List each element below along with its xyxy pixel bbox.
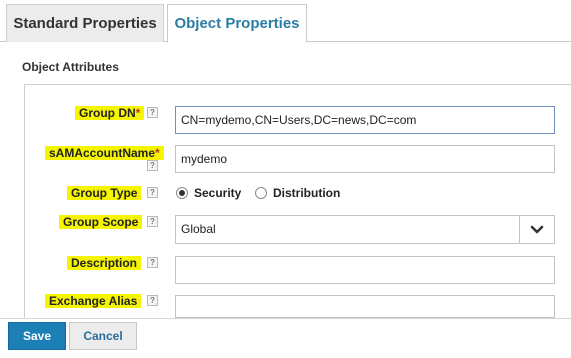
help-icon[interactable]: ? <box>147 187 158 198</box>
sam-label: sAMAccountName* <box>45 144 164 162</box>
group-scope-label: Group Scope <box>59 213 143 231</box>
sam-label-bound: sAMAccountName <box>49 146 156 160</box>
group-scope-select[interactable]: Global <box>175 215 555 244</box>
help-icon[interactable]: ? <box>147 216 158 227</box>
description-input[interactable] <box>175 256 555 284</box>
required-marker: * <box>135 106 141 120</box>
description-label: Description <box>67 254 142 272</box>
sam-value: mydemo <box>181 152 228 166</box>
group-dn-value: CN=mydemo,CN=Users,DC=news,DC=com <box>181 113 417 127</box>
tab-bar: Standard Properties Object Properties <box>0 0 571 43</box>
footer-bar: Save Cancel <box>0 318 571 358</box>
group-type-label-text: Group Type <box>67 186 142 200</box>
sam-input[interactable]: mydemo <box>175 145 555 173</box>
group-scope-value: Global <box>181 222 216 236</box>
group-dn-label-text: Group DN* <box>75 106 145 120</box>
exchange-alias-label-text: Exchange Alias <box>45 294 142 308</box>
help-icon[interactable]: ? <box>147 295 158 306</box>
help-icon[interactable]: ? <box>147 257 158 268</box>
group-dn-label: Group DN* <box>75 104 145 122</box>
help-icon[interactable]: ? <box>147 107 158 118</box>
radio-security-label: Security <box>194 186 242 200</box>
group-type-label: Group Type <box>67 184 142 202</box>
radio-distribution-label: Distribution <box>273 186 341 200</box>
radio-security-indicator <box>176 187 188 199</box>
group-dn-label-bound: Group DN <box>79 106 136 120</box>
exchange-alias-label: Exchange Alias <box>45 292 142 310</box>
required-marker: * <box>155 146 160 160</box>
section-title: Object Attributes <box>22 60 119 74</box>
chevron-down-icon[interactable] <box>519 216 554 243</box>
cancel-button[interactable]: Cancel <box>69 322 137 350</box>
radio-security[interactable]: Security <box>176 186 241 200</box>
save-button[interactable]: Save <box>8 322 66 350</box>
help-icon[interactable]: ? <box>147 160 158 171</box>
description-label-text: Description <box>67 256 142 270</box>
radio-distribution-indicator <box>255 187 267 199</box>
exchange-alias-input[interactable] <box>175 295 555 318</box>
tab-standard-properties[interactable]: Standard Properties <box>6 4 164 42</box>
tab-object-properties[interactable]: Object Properties <box>167 4 307 43</box>
group-dn-input[interactable]: CN=mydemo,CN=Users,DC=news,DC=com <box>175 106 555 134</box>
sam-label-text: sAMAccountName* <box>45 146 164 160</box>
group-scope-label-text: Group Scope <box>59 215 143 229</box>
radio-distribution[interactable]: Distribution <box>255 186 340 200</box>
